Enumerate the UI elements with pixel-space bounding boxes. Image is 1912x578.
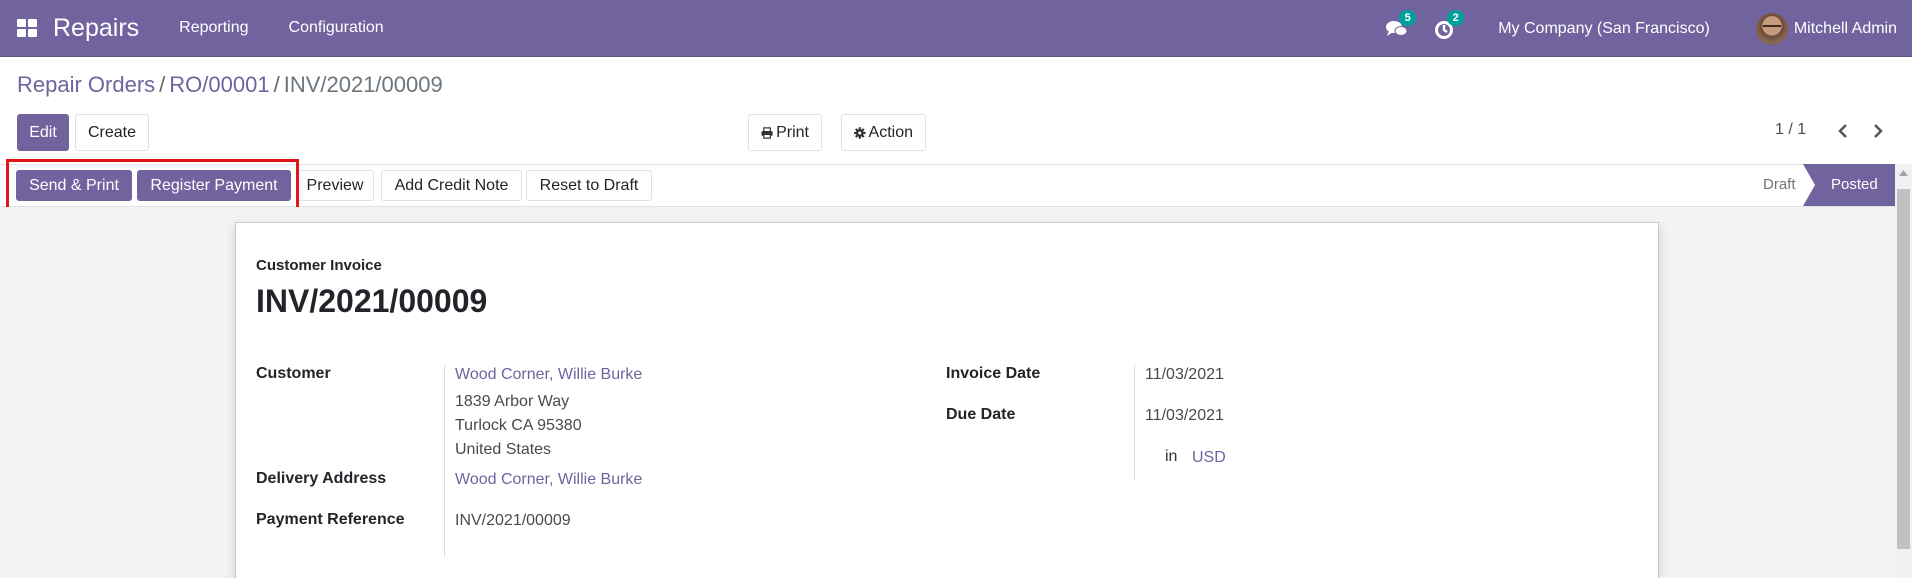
menu-reporting[interactable]: Reporting [179, 19, 248, 37]
username: Mitchell Admin [1793, 19, 1897, 37]
customer-link[interactable]: Wood Corner, Willie Burke [455, 366, 642, 384]
address-line-2: Turlock CA 95380 [455, 417, 582, 434]
create-button[interactable]: Create [75, 114, 149, 151]
document-type: Customer Invoice [256, 257, 382, 274]
activities-badge: 2 [1447, 9, 1465, 26]
top-navbar: Repairs Reporting Configuration 5 2 My C… [0, 0, 1912, 57]
print-button[interactable]: Print [748, 114, 822, 151]
menu-configuration[interactable]: Configuration [289, 19, 384, 37]
invoice-date-label: Invoice Date [946, 365, 1041, 382]
activities-button[interactable]: 2 [1434, 9, 1465, 40]
app-name[interactable]: Repairs [53, 14, 139, 43]
breadcrumb-separator: / [159, 72, 166, 97]
apps-menu-icon[interactable] [17, 19, 37, 37]
breadcrumb-repair-orders[interactable]: Repair Orders [17, 72, 155, 97]
user-menu[interactable]: Mitchell Admin [1755, 12, 1897, 45]
pager-previous-button[interactable] [1833, 120, 1853, 142]
address-line-1: 1839 Arbor Way [455, 393, 570, 410]
breadcrumb-separator: / [273, 72, 280, 97]
systray: 5 2 My Company (San Francisco) Mitchell … [1386, 0, 1912, 57]
field-divider [1134, 365, 1135, 480]
scroll-up-button[interactable] [1895, 164, 1912, 181]
delivery-address-link[interactable]: Wood Corner, Willie Burke [455, 471, 642, 489]
avatar [1755, 12, 1788, 45]
pager-next-button[interactable] [1868, 120, 1888, 142]
vertical-scrollbar[interactable] [1895, 164, 1912, 578]
company-switcher[interactable]: My Company (San Francisco) [1498, 20, 1710, 38]
breadcrumb: Repair Orders / RO/00001/INV/2021/00009 [17, 72, 443, 98]
add-credit-note-button[interactable]: Add Credit Note [381, 170, 522, 201]
preview-button[interactable]: Preview [296, 170, 374, 201]
due-date-label: Due Date [946, 406, 1016, 423]
breadcrumb-repair-order[interactable]: RO/00001 [169, 72, 269, 97]
reset-to-draft-button[interactable]: Reset to Draft [526, 170, 652, 201]
breadcrumb-current: INV/2021/00009 [283, 72, 443, 97]
address-line-3: United States [455, 441, 552, 458]
send-print-button[interactable]: Send & Print [16, 170, 132, 201]
invoice-date-value: 11/03/2021 [1145, 366, 1224, 383]
edit-button[interactable]: Edit [17, 114, 69, 151]
chevron-left-icon [1838, 124, 1847, 138]
action-label: Action [868, 123, 913, 141]
document-name: INV/2021/00009 [256, 283, 488, 319]
gear-icon [854, 126, 866, 139]
statusbar: Send & Print Register Payment Preview Ad… [0, 164, 1895, 207]
currency-link[interactable]: USD [1192, 449, 1226, 467]
register-payment-button[interactable]: Register Payment [137, 170, 291, 201]
payment-reference-label: Payment Reference [256, 511, 405, 528]
invoice-sheet: Customer Invoice INV/2021/00009 Customer… [235, 222, 1659, 578]
print-label: Print [776, 123, 809, 141]
chevron-right-icon [1874, 124, 1883, 138]
delivery-address-label: Delivery Address [256, 470, 387, 487]
pager-value: 1 / 1 [1775, 121, 1807, 138]
scroll-thumb[interactable] [1897, 189, 1910, 549]
messages-button[interactable]: 5 [1386, 9, 1417, 40]
due-date-value: 11/03/2021 [1145, 407, 1224, 424]
stage-draft[interactable]: Draft [1745, 164, 1812, 206]
arrow-up-icon [1899, 169, 1908, 176]
customer-label: Customer [256, 365, 331, 382]
messages-badge: 5 [1399, 9, 1417, 26]
action-button[interactable]: Action [841, 114, 926, 151]
payment-reference-value: INV/2021/00009 [455, 512, 571, 529]
stage-posted: Posted [1803, 164, 1895, 206]
currency-prefix: in [1165, 448, 1178, 465]
field-divider [444, 365, 445, 557]
printer-icon [761, 126, 773, 139]
